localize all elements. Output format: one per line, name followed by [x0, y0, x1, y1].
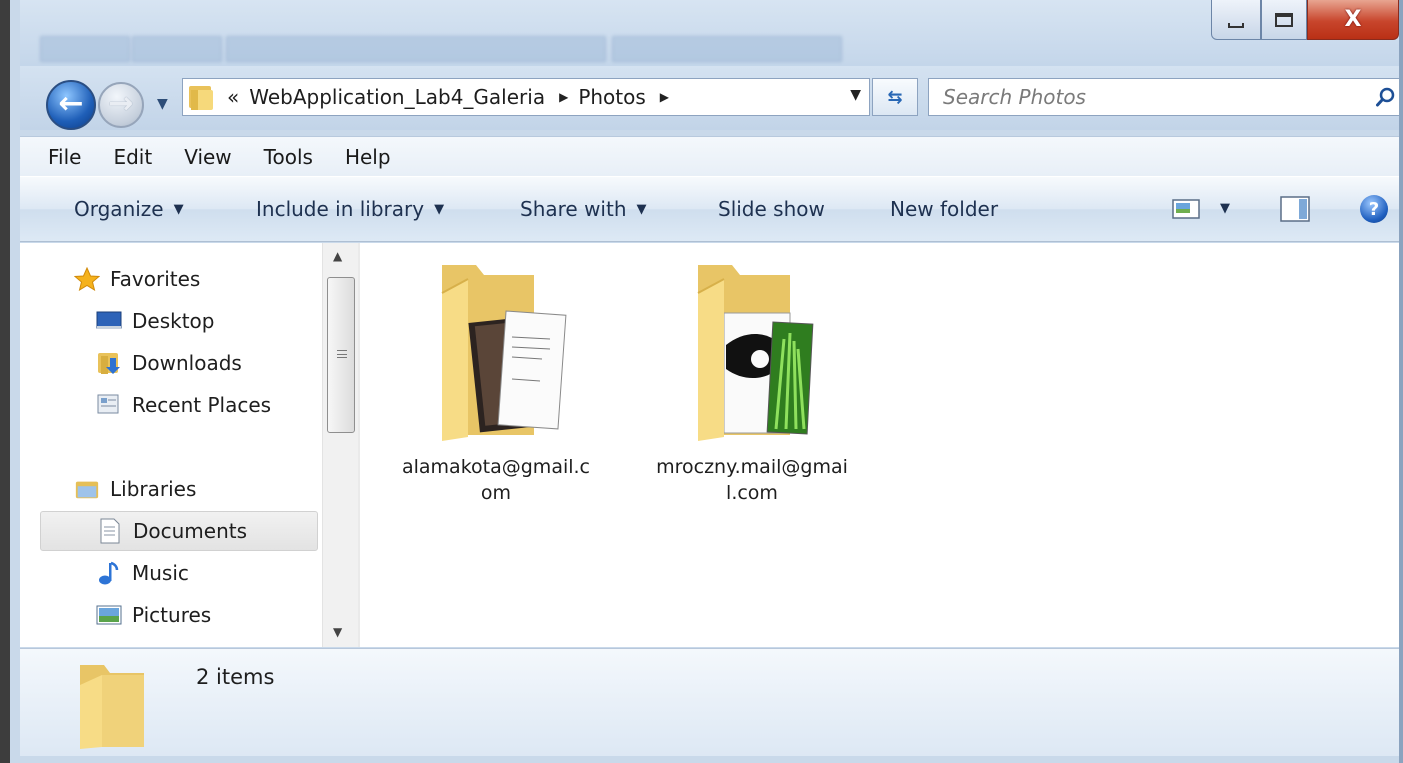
- navigation-bar: ← → ▼ « WebApplication_Lab4_Galeria ▶ Ph…: [20, 66, 1403, 130]
- caption-buttons: X: [1211, 0, 1399, 44]
- chevron-down-icon: ▼: [434, 201, 445, 217]
- sidebar-item-documents[interactable]: Documents: [40, 511, 318, 551]
- maximize-button[interactable]: [1261, 0, 1307, 40]
- details-pane: 2 items: [20, 648, 1399, 756]
- help-icon[interactable]: ?: [1360, 195, 1388, 223]
- sidebar-item-desktop[interactable]: Desktop: [96, 301, 214, 341]
- folder-name: alamakota@gmail.com: [401, 456, 590, 504]
- address-overflow-chevron[interactable]: «: [227, 85, 239, 109]
- close-button[interactable]: X: [1307, 0, 1399, 40]
- scroll-up-icon[interactable]: ▲: [333, 249, 342, 263]
- menu-edit[interactable]: Edit: [113, 145, 152, 169]
- libraries-icon: [74, 477, 100, 501]
- menu-view[interactable]: View: [184, 145, 231, 169]
- star-icon: [74, 267, 100, 291]
- navigation-pane: Favorites Desktop Downloads Recent Place…: [20, 243, 320, 647]
- scrollbar-thumb[interactable]: [327, 277, 355, 433]
- folder-with-images-icon: [697, 265, 814, 441]
- close-icon: X: [1344, 7, 1362, 32]
- address-dropdown-icon[interactable]: ▼: [850, 87, 861, 103]
- search-box[interactable]: [928, 78, 1403, 116]
- breadcrumb-photos[interactable]: Photos ▶: [578, 85, 669, 109]
- menu-bar: File Edit View Tools Help: [20, 136, 1399, 176]
- music-note-icon: [96, 561, 122, 585]
- content-area: Favorites Desktop Downloads Recent Place…: [20, 243, 1399, 647]
- back-button[interactable]: ←: [46, 80, 96, 130]
- refresh-button[interactable]: ⇆: [872, 78, 918, 116]
- menu-tools[interactable]: Tools: [264, 145, 313, 169]
- new-folder-button[interactable]: New folder: [890, 197, 998, 221]
- minimize-button[interactable]: [1211, 0, 1261, 40]
- sidebar-group-libraries[interactable]: Libraries: [74, 469, 196, 509]
- chevron-down-icon: ▼: [636, 201, 647, 217]
- desktop-icon: [96, 309, 122, 333]
- background-blur: [20, 36, 1403, 66]
- sidebar-group-favorites[interactable]: Favorites: [74, 259, 200, 299]
- pictures-icon: [96, 603, 122, 627]
- refresh-icon: ⇆: [887, 86, 903, 108]
- folder-icon: [189, 86, 213, 110]
- nav-pane-scrollbar[interactable]: ▲ ▼: [322, 243, 358, 647]
- minimize-icon: [1228, 23, 1244, 28]
- breadcrumb-separator-icon[interactable]: ▶: [559, 90, 568, 104]
- downloads-folder-icon: [96, 351, 122, 375]
- command-bar: Organize ▼ Include in library ▼ Share with…: [20, 176, 1399, 242]
- folder-name: mroczny.mail@gmail.com: [656, 456, 848, 504]
- search-input[interactable]: [929, 80, 1349, 114]
- preview-pane-icon[interactable]: [1280, 195, 1310, 223]
- slide-show-button[interactable]: Slide show: [718, 197, 825, 221]
- recent-places-icon: [96, 393, 122, 417]
- folder-item[interactable]: mroczny.mail@gmail.com: [652, 253, 852, 506]
- include-in-library-button[interactable]: Include in library ▼: [256, 197, 444, 221]
- organize-button[interactable]: Organize ▼: [74, 197, 184, 221]
- documents-icon: [97, 518, 123, 544]
- folder-with-photo-icon: [441, 265, 567, 441]
- change-view-icon[interactable]: [1172, 197, 1200, 221]
- history-dropdown-icon[interactable]: ▼: [157, 96, 168, 112]
- file-list: alamakota@gmail.com mroczny.mail@gmail.c…: [360, 243, 1399, 647]
- sidebar-item-recent-places[interactable]: Recent Places: [96, 385, 271, 425]
- sidebar-item-pictures[interactable]: Pictures: [96, 595, 211, 635]
- title-bar[interactable]: X: [20, 0, 1403, 66]
- chevron-down-icon: ▼: [173, 201, 184, 217]
- folder-item[interactable]: alamakota@gmail.com: [396, 253, 596, 506]
- forward-button[interactable]: →: [98, 82, 144, 128]
- explorer-window: X ← → ▼ « WebApplication_Lab4_Galeria ▶ …: [0, 0, 1403, 763]
- breadcrumb-webapplication[interactable]: WebApplication_Lab4_Galeria ▶: [249, 85, 568, 109]
- item-count: 2 items: [196, 665, 275, 689]
- back-arrow-icon: ←: [58, 85, 84, 121]
- breadcrumb-separator-icon[interactable]: ▶: [660, 90, 669, 104]
- search-icon[interactable]: [1375, 86, 1397, 108]
- address-bar[interactable]: « WebApplication_Lab4_Galeria ▶ Photos ▶…: [182, 78, 870, 116]
- window-border: [1399, 0, 1403, 763]
- maximize-icon: [1275, 12, 1293, 27]
- sidebar-item-downloads[interactable]: Downloads: [96, 343, 242, 383]
- folder-icon: [80, 665, 144, 749]
- forward-arrow-icon: →: [108, 85, 134, 121]
- menu-file[interactable]: File: [48, 145, 81, 169]
- scroll-down-icon[interactable]: ▼: [333, 625, 342, 639]
- view-options-dropdown-icon[interactable]: ▼: [1220, 201, 1230, 216]
- menu-help[interactable]: Help: [345, 145, 391, 169]
- share-with-button[interactable]: Share with ▼: [520, 197, 647, 221]
- sidebar-item-music[interactable]: Music: [96, 553, 189, 593]
